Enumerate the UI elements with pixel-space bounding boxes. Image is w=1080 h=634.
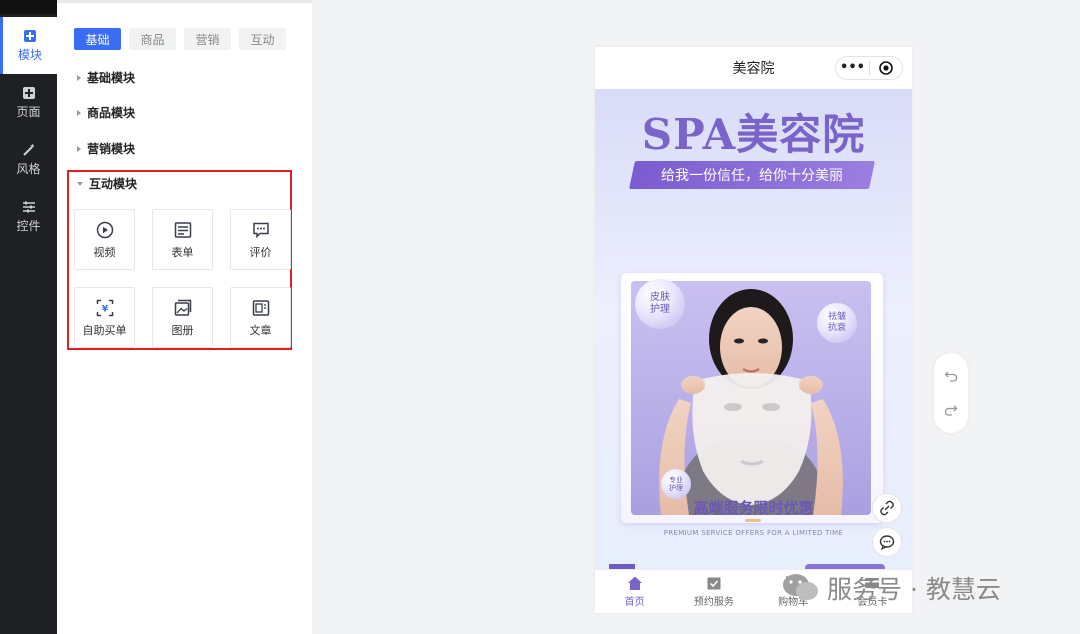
poster-slogan: 给我一份信任，给你十分美丽 (661, 168, 843, 184)
rail-item-style[interactable]: 风格 (0, 131, 57, 188)
link-icon[interactable] (872, 493, 902, 523)
mini-program-nav: 美容院 ••• (595, 47, 912, 89)
category-label: 营销模块 (87, 142, 136, 156)
rail-item-modules[interactable]: 模块 (0, 17, 57, 74)
page-title: 美容院 (732, 61, 775, 77)
rail-item-label: 风格 (16, 161, 41, 176)
svg-text:¥: ¥ (101, 304, 108, 314)
wechat-icon (783, 574, 818, 600)
caret-right-icon (77, 109, 81, 116)
tab-goods[interactable]: 商品 (129, 28, 176, 50)
category-basic[interactable]: 基础模块 (77, 69, 135, 86)
module-album[interactable]: 图册 (152, 287, 213, 348)
page-plus-icon (22, 86, 36, 100)
module-label: 视频 (93, 245, 116, 259)
poster-banner[interactable]: SPA美容院 给我一份信任，给你十分美丽 皮肤 护理 祛皱 抗衰 专业 护理 高… (595, 89, 912, 569)
redo-icon (944, 405, 958, 416)
bubble-skin-care: 皮肤 护理 (635, 279, 685, 329)
home-icon (627, 576, 642, 590)
category-label: 互动模块 (89, 177, 138, 191)
rail-item-label: 模块 (17, 47, 42, 62)
category-marketing[interactable]: 营销模块 (77, 140, 135, 157)
form-icon (173, 220, 193, 240)
article-icon (251, 298, 271, 318)
module-article[interactable]: 文章 (230, 287, 291, 348)
magic-wand-icon (22, 143, 36, 157)
undo-icon (944, 371, 958, 382)
capsule-menu[interactable]: ••• (835, 56, 903, 80)
calendar-check-icon (707, 577, 721, 590)
module-self-pay[interactable]: ¥ 自助买单 (74, 287, 135, 348)
more-icon[interactable]: ••• (836, 58, 869, 78)
module-label: 评价 (249, 245, 272, 259)
redo-button[interactable] (934, 393, 968, 427)
module-tabs: 基础 商品 营销 互动 (74, 28, 286, 50)
video-icon (95, 220, 115, 240)
phone-preview[interactable]: 美容院 ••• SPA美容院 给我一份信任，给你十分美丽 皮肤 护理 祛皱 抗衰… (595, 47, 912, 613)
service-title: 高端服务限时优惠 (693, 499, 814, 517)
category-label: 基础模块 (87, 71, 136, 85)
tab-label: 预约服务 (693, 597, 734, 608)
plus-square-icon (23, 29, 37, 43)
rail-top-bar (0, 0, 57, 14)
module-label: 图册 (171, 323, 194, 337)
tab-booking[interactable]: 预约服务 (674, 570, 753, 613)
tab-home[interactable]: 首页 (595, 570, 674, 613)
module-form[interactable]: 表单 (152, 209, 213, 270)
comment-icon (251, 220, 271, 240)
caret-right-icon (77, 145, 81, 152)
undo-button[interactable] (934, 359, 968, 393)
tab-interaction[interactable]: 互动 (239, 28, 286, 50)
poster-headline: SPA美容院 (641, 110, 866, 159)
module-video[interactable]: 视频 (74, 209, 135, 270)
chat-icon[interactable] (872, 527, 902, 557)
tab-basic[interactable]: 基础 (74, 28, 121, 50)
sliders-icon (22, 200, 36, 214)
history-controls (934, 353, 968, 433)
module-review[interactable]: 评价 (230, 209, 291, 270)
caret-down-icon (77, 181, 83, 186)
tab-marketing[interactable]: 营销 (184, 28, 231, 50)
rail-item-label: 控件 (16, 218, 41, 233)
module-label: 自助买单 (82, 323, 127, 337)
album-icon (173, 298, 193, 318)
panel-top-border (57, 0, 312, 3)
tab-label: 首页 (624, 597, 645, 608)
scan-pay-icon: ¥ (95, 298, 115, 318)
rail-item-label: 页面 (16, 104, 41, 119)
service-divider (745, 519, 761, 522)
watermark-text: 服务号 · 教慧云 (827, 575, 1001, 604)
rail-item-controls[interactable]: 控件 (0, 188, 57, 245)
left-rail: 模块 页面 风格 控件 (0, 0, 57, 634)
bubble-anti-aging: 祛皱 抗衰 (817, 303, 857, 343)
category-goods[interactable]: 商品模块 (77, 104, 135, 121)
promo-item-peek[interactable] (609, 561, 899, 572)
module-label: 表单 (171, 245, 194, 259)
bubble-pro-care: 专业 护理 (661, 469, 691, 499)
module-panel: 基础 商品 营销 互动 基础模块 商品模块 营销模块 互动模块 视频 表单 评价 (57, 0, 312, 634)
module-label: 文章 (249, 323, 272, 337)
rail-item-pages[interactable]: 页面 (0, 74, 57, 131)
category-label: 商品模块 (87, 106, 136, 120)
wechat-watermark: 服务号 · 教慧云 (781, 570, 1001, 606)
category-interaction[interactable]: 互动模块 (77, 175, 137, 192)
close-target-icon[interactable] (870, 61, 902, 75)
service-subtitle: PREMIUM SERVICE OFFERS FOR A LIMITED TIM… (663, 529, 844, 537)
caret-right-icon (77, 74, 81, 81)
